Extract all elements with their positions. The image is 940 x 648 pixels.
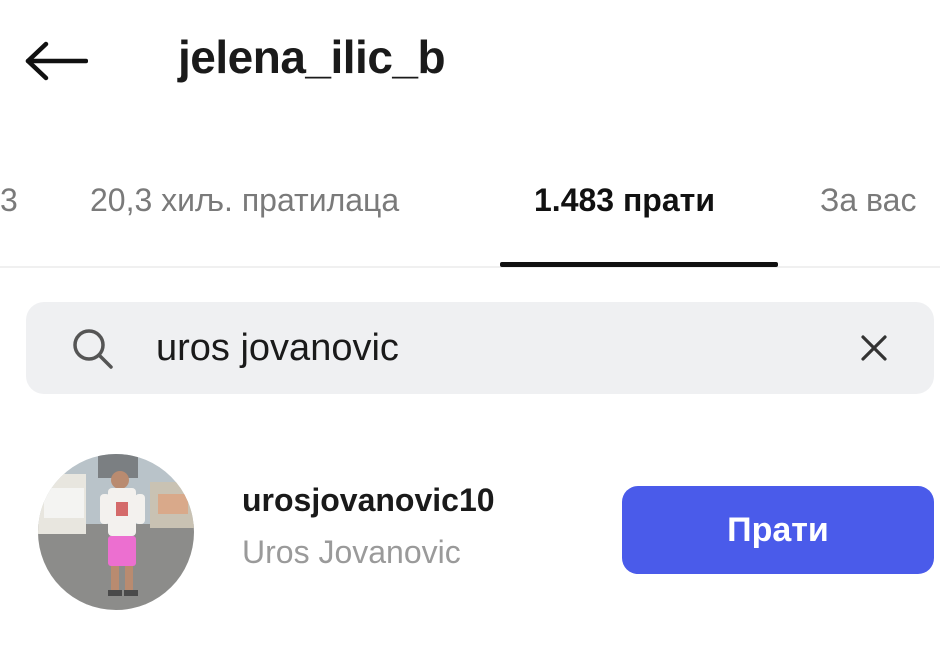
active-tab-indicator bbox=[500, 262, 778, 267]
follow-tabs: 3 20,3 хиљ. пратилаца 1.483 прати За вас bbox=[0, 168, 940, 268]
top-bar: jelena_ilic_b bbox=[0, 0, 940, 120]
back-button[interactable] bbox=[20, 36, 92, 86]
search-icon bbox=[73, 329, 113, 369]
page-title: jelena_ilic_b bbox=[178, 31, 446, 83]
tab-followers[interactable]: 20,3 хиљ. пратилаца bbox=[90, 182, 399, 219]
tab-following[interactable]: 1.483 прати bbox=[534, 182, 715, 219]
list-item[interactable]: urosjovanovic10 Uros Jovanovic Прати bbox=[0, 440, 940, 630]
avatar[interactable] bbox=[38, 454, 194, 610]
arrow-left-icon bbox=[25, 41, 88, 81]
result-username[interactable]: urosjovanovic10 bbox=[242, 482, 495, 519]
result-full-name: Uros Jovanovic bbox=[242, 534, 461, 570]
tab-mutual[interactable]: 3 bbox=[0, 182, 18, 219]
tab-for-you[interactable]: За вас bbox=[820, 182, 916, 219]
search-bar[interactable] bbox=[26, 302, 934, 394]
follow-button[interactable]: Прати bbox=[622, 486, 934, 574]
search-input[interactable] bbox=[156, 322, 836, 374]
close-icon bbox=[861, 335, 887, 361]
clear-search-button[interactable] bbox=[852, 326, 896, 370]
